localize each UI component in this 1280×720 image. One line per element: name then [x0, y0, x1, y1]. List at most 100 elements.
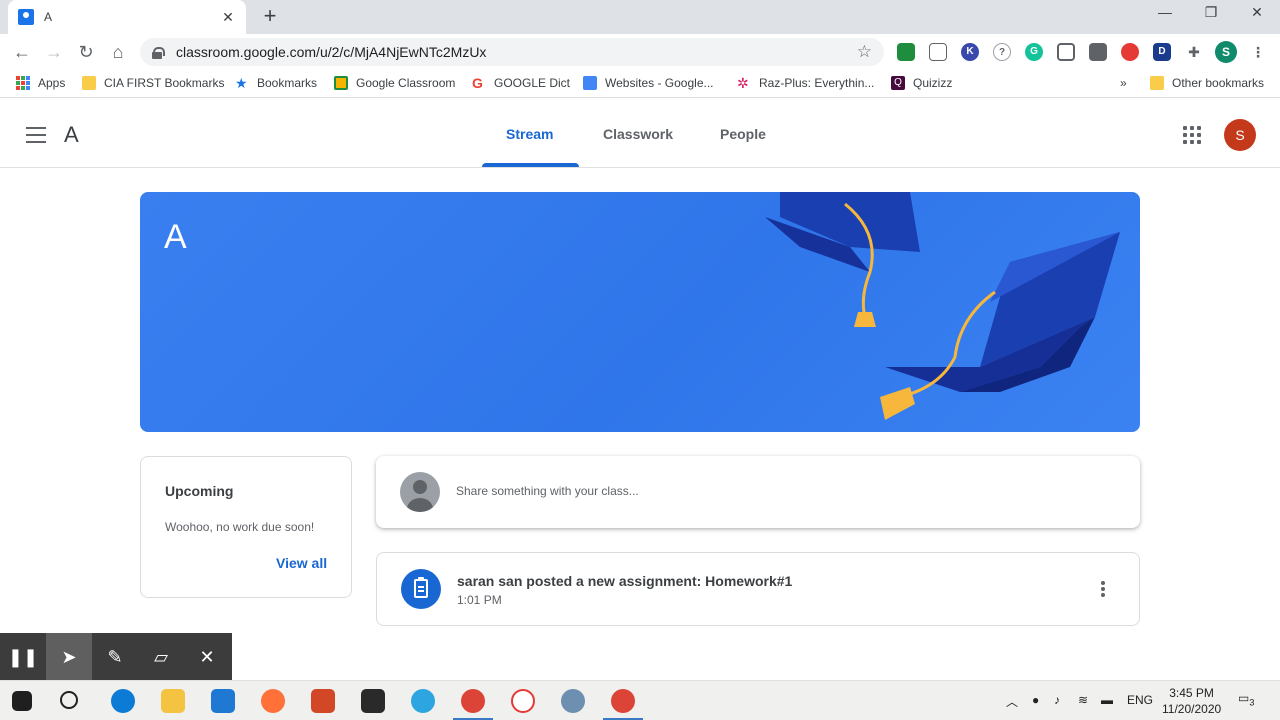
classroom-favicon-icon: [18, 9, 34, 25]
pointer-icon[interactable]: ➤: [46, 633, 92, 681]
tab-stream[interactable]: Stream: [506, 126, 553, 142]
pause-icon[interactable]: ❚❚: [0, 633, 46, 681]
bookmarks-overflow-button[interactable]: »: [1120, 76, 1127, 90]
account-avatar[interactable]: S: [1224, 119, 1256, 151]
network-app-icon[interactable]: [561, 689, 585, 713]
sticky-notes-icon[interactable]: [361, 689, 385, 713]
bookmarks-bar: Apps CIA FIRST Bookmarks ★ Bookmarks Goo…: [0, 70, 1280, 98]
browser-tab[interactable]: A ✕: [8, 0, 246, 34]
grammarly-extension-icon[interactable]: G: [1025, 43, 1043, 61]
tab-title: A: [44, 10, 53, 24]
help-extension-icon[interactable]: ?: [993, 43, 1011, 61]
extensions-puzzle-icon[interactable]: ✚: [1185, 43, 1203, 61]
d-extension-icon[interactable]: D: [1153, 43, 1171, 61]
screen-extension-icon[interactable]: [1057, 43, 1075, 61]
home-icon[interactable]: ⌂: [106, 40, 130, 64]
share-placeholder: Share something with your class...: [456, 484, 639, 498]
clock-time: 3:45 PM: [1169, 686, 1214, 700]
classroom-icon: [334, 76, 348, 90]
notification-count: 3: [1249, 697, 1255, 708]
window-close-icon[interactable]: ✕: [1245, 4, 1269, 21]
wifi-icon[interactable]: ≋: [1078, 693, 1088, 707]
bookmark-google-dict[interactable]: G GOOGLE Dict: [472, 76, 570, 90]
snipping-tool-icon[interactable]: [511, 689, 535, 713]
classroom-header: A Stream Classwork People S: [0, 102, 1280, 168]
stream-post[interactable]: saran san posted a new assignment: Homew…: [376, 552, 1140, 626]
microphone-icon[interactable]: ●: [1032, 693, 1039, 707]
document-extension-icon[interactable]: [929, 43, 947, 61]
folder-icon: [1150, 76, 1164, 90]
telegram-icon[interactable]: [411, 689, 435, 713]
clock[interactable]: 3:45 PM 11/20/2020: [1162, 685, 1221, 717]
user-avatar-icon: [400, 472, 440, 512]
chrome-window-icon[interactable]: [611, 689, 635, 713]
annotation-toolbar: ❚❚ ➤ ✎ ▱ ✕: [0, 633, 232, 681]
tray-chevron-icon[interactable]: ︿: [1006, 693, 1018, 710]
bookmark-apps[interactable]: Apps: [16, 76, 65, 90]
bookmark-quizizz[interactable]: Q Quizizz: [891, 76, 952, 90]
notification-center-icon[interactable]: ▭3: [1238, 691, 1254, 707]
mail-icon[interactable]: [211, 689, 235, 713]
firefox-icon[interactable]: [261, 689, 285, 713]
bookmark-raz-plus[interactable]: ✲ Raz-Plus: Everythin...: [737, 76, 874, 90]
bookmark-cia-first[interactable]: CIA FIRST Bookmarks: [82, 76, 224, 90]
upcoming-card: Upcoming Woohoo, no work due soon! View …: [140, 456, 352, 598]
main-menu-icon[interactable]: [26, 127, 46, 143]
record-extension-icon[interactable]: [1121, 43, 1139, 61]
tab-close-button[interactable]: ✕: [220, 9, 236, 26]
new-tab-button[interactable]: +: [258, 5, 282, 27]
upcoming-message: Woohoo, no work due soon!: [165, 520, 315, 534]
url-text: classroom.google.com/u/2/c/MjA4NjEwNTc2M…: [176, 44, 487, 60]
class-name[interactable]: A: [64, 122, 79, 148]
profile-avatar[interactable]: S: [1215, 41, 1237, 63]
volume-icon[interactable]: ♪: [1054, 693, 1060, 707]
post-title: saran san posted a new assignment: Homew…: [457, 573, 793, 589]
bookmark-other-bookmarks[interactable]: Other bookmarks: [1150, 76, 1264, 90]
lock-icon: [152, 46, 165, 59]
share-announcement-box[interactable]: Share something with your class...: [376, 456, 1140, 528]
browser-menu-icon[interactable]: ⋮: [1249, 43, 1267, 61]
close-icon[interactable]: ✕: [184, 633, 230, 681]
bookmark-websites[interactable]: Websites - Google...: [583, 76, 714, 90]
class-banner: A: [140, 192, 1140, 432]
raz-plus-icon: ✲: [737, 75, 749, 91]
restore-icon[interactable]: ❐: [1199, 4, 1223, 21]
powerpoint-icon[interactable]: [311, 689, 335, 713]
google-docs-icon: [583, 76, 597, 90]
google-g-icon: G: [472, 75, 483, 91]
bookmark-bookmarks[interactable]: ★ Bookmarks: [235, 76, 317, 90]
file-explorer-icon[interactable]: [161, 689, 185, 713]
language-indicator[interactable]: ENG: [1127, 693, 1153, 707]
back-icon[interactable]: ←: [10, 40, 34, 64]
eraser-icon[interactable]: ▱: [138, 633, 184, 681]
bookmark-star-icon[interactable]: ☆: [857, 42, 872, 62]
post-time: 1:01 PM: [457, 593, 502, 607]
bookmark-google-classroom[interactable]: Google Classroom: [334, 76, 455, 90]
clock-date: 11/20/2020: [1162, 702, 1222, 716]
chrome-icon[interactable]: [461, 689, 485, 713]
star-icon: ★: [235, 75, 248, 91]
search-icon[interactable]: [60, 691, 78, 709]
upcoming-title: Upcoming: [165, 483, 234, 499]
assignment-icon: [401, 569, 441, 609]
folder-icon: [82, 76, 96, 90]
cast-extension-icon[interactable]: [897, 43, 915, 61]
browser-toolbar: ← → ↻ ⌂ classroom.google.com/u/2/c/MjA4N…: [0, 34, 1280, 70]
active-tab-indicator: [482, 163, 579, 167]
forward-icon[interactable]: →: [42, 40, 66, 64]
browser-tab-strip: A ✕ + — ❐ ✕: [0, 0, 1280, 34]
minimize-icon[interactable]: —: [1153, 4, 1177, 20]
edge-browser-icon[interactable]: [111, 689, 135, 713]
chat-extension-icon[interactable]: [1089, 43, 1107, 61]
view-all-link[interactable]: View all: [276, 555, 327, 571]
tab-classwork[interactable]: Classwork: [603, 126, 673, 142]
windows-start-icon[interactable]: [12, 691, 32, 711]
k-extension-icon[interactable]: K: [961, 43, 979, 61]
battery-icon[interactable]: ▬: [1101, 693, 1113, 707]
tab-people[interactable]: People: [720, 126, 766, 142]
address-bar[interactable]: classroom.google.com/u/2/c/MjA4NjEwNTc2M…: [140, 38, 884, 66]
google-apps-icon[interactable]: [1183, 126, 1201, 144]
pen-icon[interactable]: ✎: [92, 633, 138, 681]
reload-icon[interactable]: ↻: [74, 40, 98, 64]
more-options-icon[interactable]: [1101, 581, 1105, 599]
